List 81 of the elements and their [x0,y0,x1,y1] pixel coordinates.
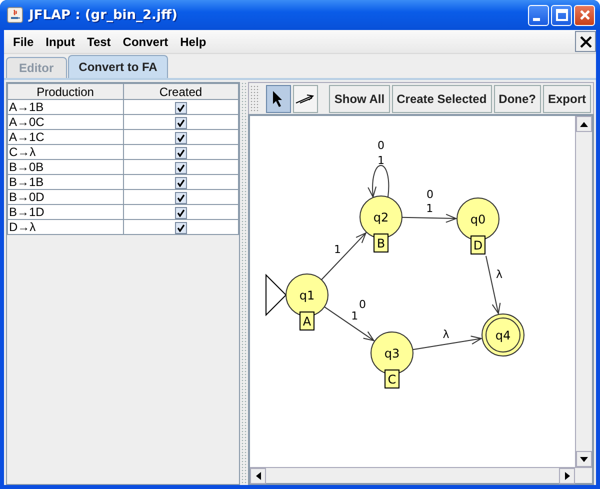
production-text: B→1D [9,205,44,219]
scroll-right-button[interactable] [559,468,575,484]
transition-arrow[interactable] [485,256,501,314]
production-text: D→λ [9,220,36,234]
scroll-left-button[interactable] [250,468,266,484]
left-triangle-icon [256,472,260,480]
production-text: C→λ [9,145,36,159]
checkbox[interactable] [174,192,187,204]
checkbox[interactable] [174,162,187,174]
state-name: q2 [373,210,389,224]
transition-label: λ [442,328,450,342]
up-triangle-icon [580,122,588,126]
menu-item[interactable]: Test [81,34,117,48]
production-text: B→0D [9,190,44,204]
state-label: C [384,370,400,388]
checkbox[interactable] [174,206,187,219]
state-name: q1 [299,288,315,302]
state-name: q4 [495,328,511,342]
checkbox[interactable] [174,116,187,129]
maximize-button[interactable] [551,4,572,26]
transition-label: 0 [378,139,384,152]
horizontal-scrollbar[interactable] [250,467,575,483]
production-text: A→0C [9,115,44,129]
state-node[interactable] [360,196,402,238]
production-text: B→1B [9,175,44,189]
toolbar-button[interactable]: Show All [329,84,390,112]
production-text: A→1C [9,130,44,144]
transition-label: 1 [351,310,358,323]
column-header[interactable]: Created [123,84,238,100]
state-node[interactable] [456,198,500,240]
production-text: B→0B [9,160,44,174]
transition-label: 1 [426,202,434,216]
column-header[interactable]: Production [8,84,123,100]
toolbar-button[interactable]: Create Selected [392,84,492,112]
transition-label: λ [496,268,503,282]
vertical-scrollbar[interactable] [575,116,592,467]
toolbar-button[interactable]: Done? [494,84,541,112]
scroll-down-button[interactable] [576,451,592,467]
production-text: A→1B [9,100,44,114]
menu-item[interactable]: Input [40,34,81,48]
state-node[interactable] [482,314,524,356]
minimize-icon [533,18,540,20]
transition-label: 1 [378,154,384,168]
checkbox[interactable] [174,102,187,114]
state-label: A [300,312,314,330]
checkbox[interactable] [174,222,187,234]
transition-label: 0 [426,188,434,202]
minimize-button[interactable] [528,4,549,26]
pointer-tool[interactable] [266,84,291,112]
checkbox[interactable] [174,176,187,189]
right-triangle-icon [564,472,570,480]
checkbox[interactable] [174,146,187,159]
arrow-icon [295,92,316,104]
state-label: B [374,234,388,252]
checkbox[interactable] [174,132,187,144]
scroll-up-button[interactable] [576,116,592,132]
close-icon [578,9,590,21]
menu-item[interactable]: Help [174,34,212,48]
window-title: JFLAP : (gr_bin_2.jff) [29,8,178,22]
state-node[interactable] [286,274,328,316]
transition-arrow[interactable] [402,214,456,223]
arrow-tool[interactable] [292,84,318,112]
menu-item[interactable]: File [7,34,40,48]
close-button[interactable] [575,31,596,52]
state-name: q0 [470,212,486,226]
down-triangle-icon [580,456,588,462]
state-node[interactable] [370,332,414,374]
toolbar-button[interactable]: Export [543,84,592,112]
cup-icon [7,7,23,23]
scrollbar-corner [575,467,592,483]
transition-arrow[interactable] [368,165,390,198]
maximize-icon [556,9,568,21]
menu-item[interactable]: Convert [116,34,174,48]
toolbar-grip[interactable] [250,84,260,112]
state-label: D [470,236,486,254]
state-name: q3 [384,346,400,360]
transition-label: 1 [334,242,341,256]
tab[interactable]: Convert to FA [68,55,168,78]
close-icon [580,36,592,48]
transition-arrow[interactable] [320,232,366,280]
transition-label: 0 [358,298,366,312]
